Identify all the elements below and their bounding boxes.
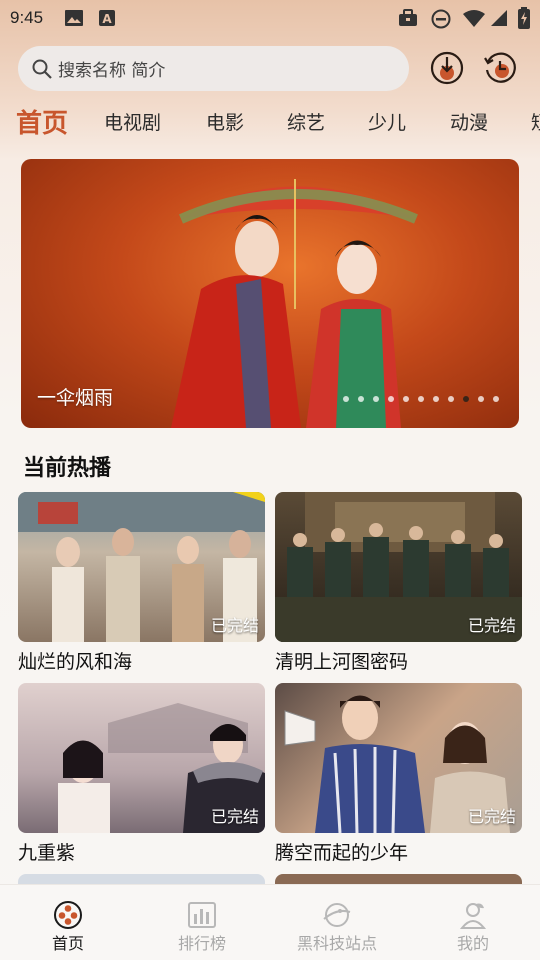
status-badge: 已完结: [467, 616, 516, 635]
history-icon: [484, 52, 516, 83]
show-card[interactable]: 已完结 腾空而起的少年: [275, 683, 522, 865]
show-thumbnail: 已完结: [18, 683, 265, 833]
svg-text:A: A: [102, 12, 112, 26]
tab-movies[interactable]: 电影: [206, 108, 244, 135]
show-card[interactable]: 已完结 清明上河图密码: [275, 492, 522, 674]
nav-tech-sites[interactable]: 黑科技站点: [292, 885, 382, 960]
planet-icon: [323, 903, 351, 927]
show-thumbnail: 已完结: [275, 683, 522, 833]
carousel-dot[interactable]: [373, 396, 379, 402]
status-badge: 已完结: [210, 807, 259, 826]
tab-anime[interactable]: 动漫: [450, 108, 488, 135]
battery-charging-icon: [518, 7, 530, 29]
show-title: 清明上河图密码: [275, 651, 409, 673]
status-badge: 已完结: [467, 807, 516, 826]
show-title: 腾空而起的少年: [275, 842, 409, 864]
category-tabs: 首页 电视剧 电影 综艺 少儿 动漫 短剧: [0, 104, 540, 144]
hero-banner[interactable]: 一伞烟雨: [21, 159, 519, 428]
nav-label: 首页: [51, 934, 84, 953]
carousel-dot[interactable]: [403, 396, 409, 402]
status-badge: 已完结: [210, 616, 259, 635]
search-placeholder: 搜索名称 简介: [58, 61, 166, 81]
font-notification-icon: A: [99, 10, 115, 26]
chart-icon: [188, 902, 216, 928]
show-thumbnail: 已完结: [18, 492, 265, 642]
carousel-dot[interactable]: [343, 396, 349, 402]
profile-icon: [459, 903, 487, 929]
tab-kids[interactable]: 少儿: [368, 108, 406, 135]
carousel-dot[interactable]: [358, 396, 364, 402]
signal-icon: [491, 10, 507, 26]
carousel-dot[interactable]: [493, 396, 499, 402]
tab-variety[interactable]: 综艺: [287, 108, 325, 135]
status-bar: 9:45 A: [0, 0, 540, 36]
nav-profile[interactable]: 我的: [450, 885, 496, 960]
status-time: 9:45: [10, 8, 44, 27]
download-button[interactable]: [430, 51, 464, 85]
search-input[interactable]: 搜索名称 简介: [18, 46, 409, 91]
wifi-icon: [463, 10, 485, 27]
show-title: 九重紫: [18, 842, 76, 864]
briefcase-icon: [399, 9, 417, 26]
carousel-dot[interactable]: [463, 396, 469, 402]
banner-title: 一伞烟雨: [37, 387, 114, 409]
show-title: 灿烂的风和海: [18, 651, 133, 673]
tab-tv-series[interactable]: 电视剧: [104, 108, 161, 135]
carousel-dot[interactable]: [418, 396, 424, 402]
bottom-navigation: 首页 排行榜 黑科技站点 我的: [0, 884, 540, 960]
nav-home[interactable]: 首页: [40, 885, 96, 960]
history-button[interactable]: [483, 51, 517, 85]
search-icon: [32, 59, 52, 79]
show-thumbnail: 已完结: [275, 492, 522, 642]
film-reel-icon: [54, 901, 82, 929]
tab-short-drama[interactable]: 短剧: [531, 108, 540, 135]
nav-label: 黑科技站点: [296, 934, 377, 953]
dnd-icon: [431, 9, 451, 29]
carousel-dot[interactable]: [478, 396, 484, 402]
gallery-icon: [65, 10, 83, 26]
nav-label: 我的: [456, 934, 489, 953]
section-title-now-playing: 当前热播: [23, 456, 112, 481]
tab-home[interactable]: 首页: [16, 104, 68, 140]
nav-label: 排行榜: [177, 934, 226, 953]
download-icon: [430, 51, 464, 85]
carousel-dot[interactable]: [448, 396, 454, 402]
carousel-dot[interactable]: [433, 396, 439, 402]
carousel-indicator: [343, 396, 499, 402]
show-card[interactable]: 已完结 九重紫: [18, 683, 265, 865]
carousel-dot[interactable]: [388, 396, 394, 402]
nav-ranking[interactable]: 排行榜: [172, 885, 232, 960]
show-card[interactable]: 已完结 灿烂的风和海: [18, 492, 265, 674]
